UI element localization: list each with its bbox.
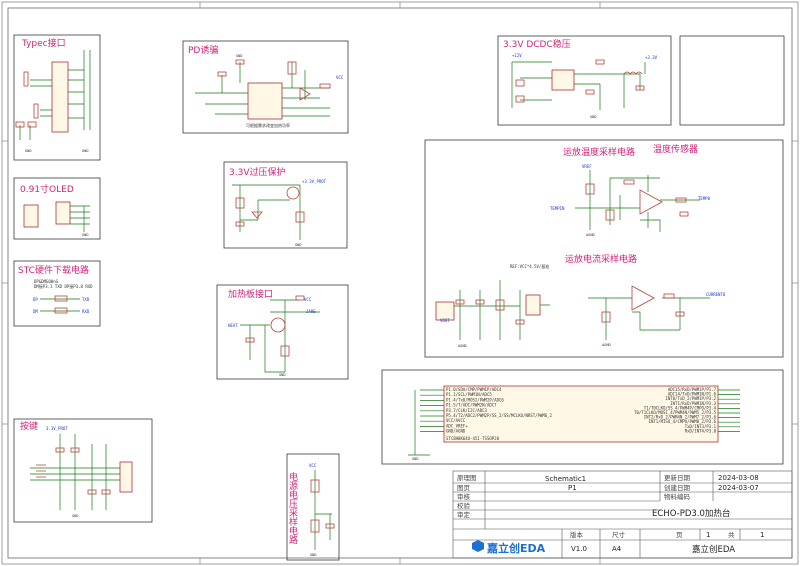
keys-title: 按键	[20, 420, 38, 432]
keys-block: 按键 3.3V_PROT GND	[13, 418, 153, 523]
typec-block: Typec接口 GND GND	[13, 34, 101, 161]
opamp-block: 运放温度采样电路 温度传感器 运放电流采样电路 TEMPIN TEMP0 VRE…	[424, 139, 784, 358]
opamp-current-title: 运放电流采样电路	[565, 253, 637, 265]
tb-page-label: 图页	[457, 484, 471, 492]
tb-page-value: P1	[568, 484, 577, 492]
oled-block: 0.91寸OLED GND	[13, 177, 101, 240]
mcu-block: P1.0/SDA/CMP/PWM1P/ADC4P1.1/SCL/PWM1N/AD…	[381, 369, 784, 465]
typec-gnd-label: GND	[25, 149, 32, 153]
pd-vcc-net: VCC	[336, 75, 344, 80]
tb-schematic-label: 原理图	[457, 474, 477, 482]
opamp-tempin-net: TEMPIN	[550, 206, 565, 211]
tb-update-value: 2024-03-08	[718, 474, 759, 482]
pd-block: PD诱骗 可根据需求改变加热功率 VCC GND	[182, 40, 349, 134]
tb-check-label: 校验	[457, 501, 471, 510]
pd-gnd-label: GND	[236, 54, 243, 58]
heater-title: 加热板接口	[228, 288, 273, 300]
opamp-agnd-label: AGND	[586, 233, 595, 237]
mcu-footer: STC8H8K64U-45I-TSSOP20	[446, 436, 500, 441]
heater-jare-net: JARE	[306, 309, 316, 314]
vsample-block: 电源电压采样电路 VCC GND	[286, 453, 340, 561]
heater-vcc-net: VCC	[304, 297, 312, 302]
tb-version-label: 版本	[570, 530, 584, 539]
temp-sensor-title: 温度传感器	[653, 143, 698, 155]
tb-create-value: 2024-03-07	[718, 484, 759, 492]
title-block-text: 原理图 Schematic1 图页 P1 审核 校验 审定 更新日期 2024-…	[457, 473, 764, 555]
tb-size-value: A4	[612, 545, 622, 553]
keys-gnd-label: GND	[72, 514, 79, 518]
stc-title: STC硬件下载电路	[18, 264, 89, 276]
dcdc-33v-net: +3.3V	[645, 55, 658, 60]
stc-txd-net: TXD	[82, 297, 90, 302]
current-opamp	[631, 285, 655, 311]
opamp-current0-net: CURRENT0	[706, 292, 726, 297]
stc-block: STC硬件下载电路 DP&DM&OHnG DM接P3.1 TXD DP接P3.0…	[13, 260, 101, 327]
heater-gnd-label: GND	[279, 373, 286, 377]
opamp-vout-net: VOUT	[440, 318, 450, 323]
oled-gnd-label: GND	[82, 233, 89, 237]
mcu-gnd-label: GND	[412, 457, 419, 461]
opamp-temp-title: 运放温度采样电路	[563, 146, 635, 158]
opamp-ref-note: REF:VCC*4.5V/基准	[510, 263, 549, 269]
tb-size-label: 尺寸	[612, 530, 626, 539]
pd-title: PD诱骗	[188, 44, 218, 56]
empty-block	[679, 35, 785, 126]
tb-update-label: 更新日期	[664, 473, 691, 482]
opamp-vref-net: VREF	[582, 164, 592, 169]
heater-block: 加热板接口 HEAT VCC JARE GND	[216, 284, 349, 380]
tb-version-value: V1.0	[571, 545, 587, 553]
opamp-temp0-net: TEMP0	[698, 196, 711, 201]
ovp-gnd-label: GND	[295, 243, 302, 247]
ovp-block: 3.3V过压保护 +3.3V_PROT GND	[223, 161, 348, 249]
tb-part-label: 物料编码	[664, 492, 691, 501]
tb-review-label: 审核	[457, 492, 471, 501]
stc-rxd-net: RXD	[82, 309, 90, 314]
temp-opamp	[639, 189, 663, 215]
tb-schematic-value: Schematic1	[545, 475, 586, 483]
vsample-vcc-net: VCC	[309, 463, 317, 468]
vsample-title: 电源电压采样电路	[287, 471, 298, 545]
dcdc-gnd-label: GND	[590, 115, 597, 119]
mcu-right-pin-label: RxD/INT4/P3.0	[685, 428, 717, 433]
tb-total-label: 共	[728, 530, 735, 539]
oled-display	[23, 204, 39, 228]
oled-connector	[55, 201, 71, 225]
opamp-agnd-label-2: AGND	[458, 344, 467, 348]
oled-title: 0.91寸OLED	[20, 183, 74, 195]
ref-ic-2	[525, 294, 541, 316]
tb-approve-label: 审定	[457, 510, 471, 519]
pd-note: 可根据需求改变加热功率	[246, 122, 290, 128]
tb-project-name: ECHO-PD3.0加热台	[652, 508, 730, 519]
dcdc-block: 3.3V DCDC稳压 +12V +3.3V GND	[497, 35, 672, 126]
typec-title: Typec接口	[21, 37, 66, 49]
tb-company: 嘉立创EDA	[692, 544, 735, 555]
heater-heat-net: HEAT	[228, 323, 238, 328]
keys-net-label: 3.3V_PROT	[46, 426, 68, 431]
tb-create-label: 创建日期	[664, 483, 691, 492]
tb-pagenum-label: 页	[676, 531, 683, 539]
stc-note-2: DM接P3.1 TXD DP接P3.0 RXD	[34, 283, 93, 289]
typec-gnd-label-2: GND	[82, 149, 89, 153]
tb-total-value: 1	[760, 531, 764, 539]
stc-dp-net: DP	[33, 297, 38, 302]
ovp-title: 3.3V过压保护	[229, 166, 285, 178]
dcdc-title: 3.3V DCDC稳压	[503, 38, 571, 50]
stc-dm-net: DM	[33, 309, 38, 314]
schematic-sheet: Typec接口 GND GND PD诱骗 可根据需求改变加热功率 VCC GND	[1, 1, 799, 565]
pd-controller-ic	[247, 82, 283, 120]
opamp-agnd-label-3: AGND	[602, 343, 611, 347]
vsample-gnd-label: GND	[310, 553, 317, 557]
dcdc-regulator-ic	[551, 69, 575, 91]
dcdc-12v-net: +12V	[512, 53, 522, 58]
keys-connector	[119, 461, 133, 493]
mcu-left-pin-label: GND/AGND	[446, 429, 466, 434]
lceda-logo: 嘉立创EDA	[472, 540, 546, 555]
tb-pagenum-value: 1	[706, 531, 710, 539]
usb-c-connector	[51, 61, 69, 133]
ovp-net-label: +3.3V_PROT	[302, 179, 327, 184]
lceda-logo-text: 嘉立创EDA	[486, 541, 546, 555]
